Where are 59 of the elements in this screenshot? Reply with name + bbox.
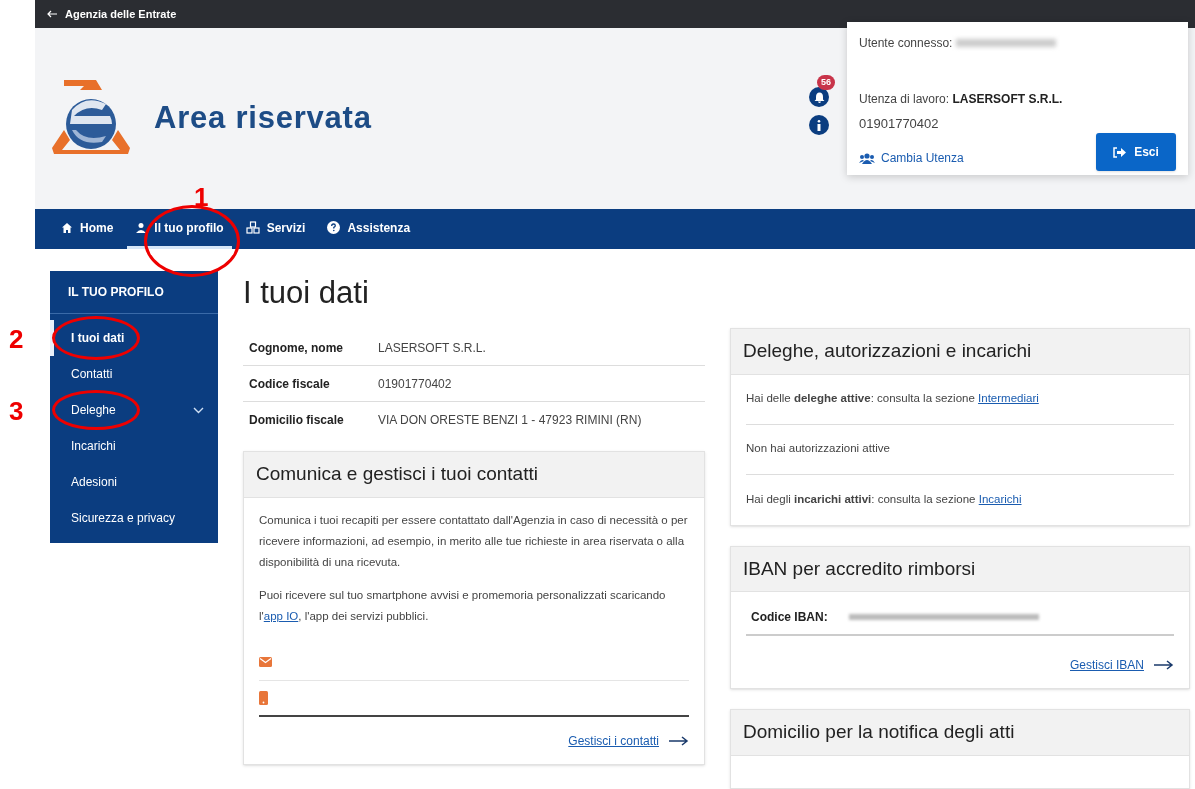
sidebar-item[interactable]: Incarichi <box>50 428 218 464</box>
info-button[interactable] <box>809 115 829 136</box>
field-label: Codice fiscale <box>249 375 331 393</box>
card-title: IBAN per accredito rimborsi <box>743 556 976 581</box>
annotation-number: 1 <box>194 184 209 210</box>
logout-button[interactable]: Esci <box>1096 133 1176 172</box>
field-value: 01901770402 <box>378 375 452 393</box>
section-link[interactable]: Incarichi <box>978 492 1022 505</box>
arrow-right-icon <box>669 736 689 746</box>
switch-user-link[interactable]: Cambia Utenza <box>859 149 964 168</box>
notification-count-badge: 56 <box>817 75 835 91</box>
sidebar-item[interactable]: I tuoi dati <box>50 320 218 356</box>
manage-iban-link[interactable]: Gestisci IBAN <box>1070 656 1144 674</box>
page-title: I tuoi dati <box>243 274 369 312</box>
back-arrow-icon[interactable] <box>47 9 57 18</box>
nav-tab[interactable]: Home <box>53 209 122 249</box>
annotation-number: 2 <box>9 326 24 352</box>
arrow-right-icon <box>1154 660 1174 670</box>
app-io-description: Puoi ricevere sul tuo smartphone avvisi e promemoria personalizzati scaricando l'app IO, l'app dei servizi pubblici. <box>259 587 667 624</box>
field-label: Domicilio fiscale <box>249 412 345 429</box>
card-title: Deleghe, autorizzazioni e incarichi <box>743 339 1032 363</box>
agency-link[interactable]: Agenzia delle Entrate <box>65 5 177 23</box>
cubes-icon <box>245 221 260 234</box>
nav-tab[interactable]: Assistenza <box>319 209 419 249</box>
sidebar-item[interactable]: Sicurezza e privacy <box>50 500 218 536</box>
field-value: LASERSOFT S.R.L. <box>378 339 486 357</box>
home-icon <box>61 221 73 234</box>
field-label: Cognome, nome <box>249 339 344 357</box>
section-link[interactable]: Intermediari <box>978 392 1039 405</box>
connected-user-label: Utente connesso: <box>859 34 953 52</box>
sidebar-item[interactable]: Deleghe <box>50 392 218 428</box>
bell-icon <box>813 91 825 103</box>
nav-tab[interactable]: Il tuo profilo <box>127 209 232 249</box>
card-title: Comunica e gestisci i tuoi contatti <box>256 462 538 486</box>
delegation-status-text: Hai degli incarichi attivi: consulta la sezione Incarichi <box>746 491 1023 507</box>
sign-out-icon <box>1113 146 1127 158</box>
manage-contacts-link[interactable]: Gestisci i contatti <box>568 730 659 752</box>
card-title: Domicilio per la notifica degli atti <box>743 720 1015 744</box>
user-icon <box>135 221 148 234</box>
sidebar-title: IL TUO PROFILO <box>50 271 218 314</box>
delegation-status-text: Non hai autorizzazioni attive <box>746 424 1174 475</box>
work-user-code: 01901770402 <box>859 114 939 133</box>
users-icon <box>859 152 875 164</box>
page-header-title: Area riservata <box>154 99 372 138</box>
info-icon <box>817 119 821 131</box>
delegation-status-text: Hai delle deleghe attive: consulta la sezione Intermediari <box>746 374 1174 425</box>
phone-icon <box>259 690 268 705</box>
nav-tab[interactable]: Servizi <box>237 209 314 249</box>
contacts-description: Comunica i tuoi recapiti per essere contattato dall'Agenzia in caso di necessità o per ricevere informazioni, ad esempio, in merito alle tue richieste in area riservata o alla disponibilità di una ricevuta. <box>259 512 689 570</box>
help-icon <box>327 221 341 234</box>
annotation-number: 3 <box>9 398 24 424</box>
sidebar-item[interactable]: Adesioni <box>50 464 218 500</box>
notifications-button[interactable] <box>809 87 829 108</box>
chevron-down-icon <box>193 406 204 414</box>
field-value: VIA DON ORESTE BENZI 1 - 47923 RIMINI (RN) <box>378 412 642 429</box>
envelope-icon <box>259 657 272 667</box>
sidebar-item[interactable]: Contatti <box>50 356 218 392</box>
work-user-text: Utenza di lavoro: LASERSOFT S.R.L. <box>859 90 1063 108</box>
iban-label: Codice IBAN: <box>751 609 829 626</box>
